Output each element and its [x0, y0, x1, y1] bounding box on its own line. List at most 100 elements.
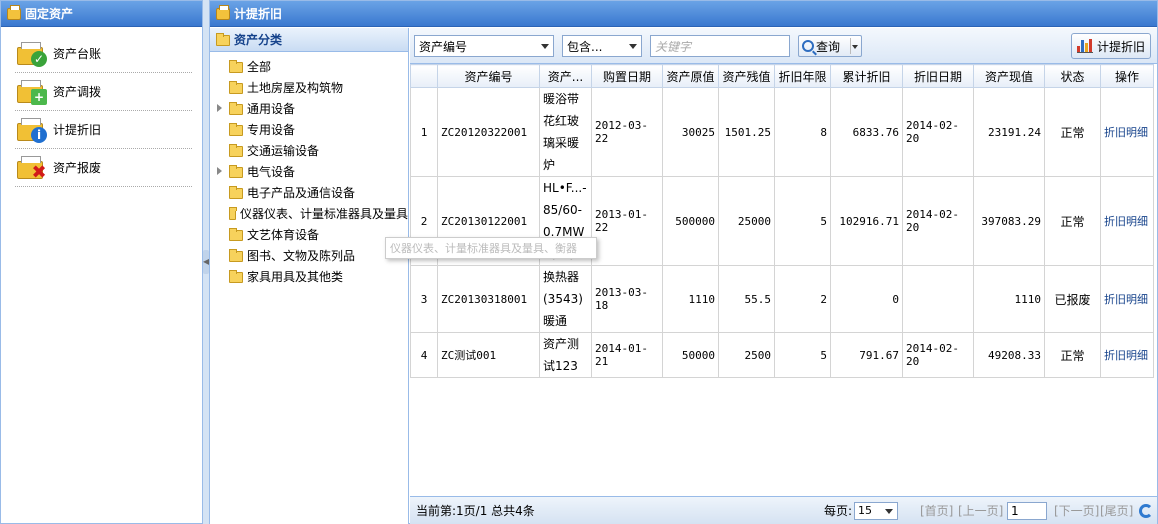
folder-icon: [229, 270, 243, 283]
column-header[interactable]: 累计折旧: [830, 64, 903, 88]
category-tree: 资产分类 全部土地房屋及构筑物通用设备专用设备交通运输设备 电气设备电子产品及通信…: [210, 28, 409, 524]
depreciation-detail-link[interactable]: 折旧明细: [1100, 332, 1154, 378]
per-page-label: 每页:: [824, 504, 853, 518]
left-panel-header: 固定资产: [1, 1, 202, 27]
query-button[interactable]: 查询: [798, 35, 862, 57]
next-page-link[interactable]: [下一页]: [1054, 502, 1099, 519]
chevron-down-icon: [629, 44, 637, 49]
depreciation-years-cell: 2: [774, 265, 831, 333]
last-page-link[interactable]: [尾页]: [1100, 502, 1133, 519]
tree-node-list: 全部土地房屋及构筑物通用设备专用设备交通运输设备 电气设备电子产品及通信设备仪器仪…: [210, 52, 408, 287]
original-value-cell: 1110: [662, 265, 719, 333]
column-header[interactable]: 资产编号: [437, 64, 540, 88]
menu-item-asset-ledger[interactable]: ✓ 资产台账: [15, 35, 192, 73]
depreciate-button[interactable]: 计提折旧: [1071, 33, 1151, 59]
match-select-value: 包含...: [567, 39, 603, 54]
column-header[interactable]: 操作: [1100, 64, 1154, 88]
tree-node[interactable]: 仪器仪表、计量标准器具及量具: [210, 203, 408, 224]
folder-icon: [229, 144, 243, 157]
menu-item-label: 计提折旧: [53, 123, 102, 137]
column-header[interactable]: 购置日期: [591, 64, 663, 88]
field-select[interactable]: 资产编号: [414, 35, 554, 57]
asset-transfer-icon: +: [17, 79, 47, 105]
tree-node-label: 通用设备: [247, 102, 296, 116]
tree-node[interactable]: 电气设备: [210, 161, 408, 182]
depreciation-panel-icon: [216, 4, 230, 20]
status-cell: 正常: [1044, 332, 1101, 378]
left-panel: 固定资产 ✓ 资产台账 + 资产调拨 i 计提折旧 ✖ 资产报废: [0, 0, 203, 524]
menu-item-depreciation[interactable]: i 计提折旧: [15, 111, 192, 149]
query-button-label: 查询: [816, 39, 841, 54]
tree-node-label: 电气设备: [247, 165, 296, 179]
query-dropdown-icon[interactable]: [852, 45, 858, 49]
tree-node-label: 文艺体育设备: [247, 228, 320, 242]
depreciation-years-cell: 8: [774, 87, 831, 177]
table-row[interactable]: 4 ZC测试001 资产测试123 2014-01-21 50000 2500 5 791.6…: [410, 332, 1154, 378]
asset-name-cell: 暖浴带花红玻璃采暖炉: [539, 87, 592, 177]
purchase-date-cell: 2013-03-18: [591, 265, 663, 333]
residual-value-cell: 1501.25: [718, 87, 775, 177]
tree-node[interactable]: 交通运输设备: [210, 140, 408, 161]
per-page-select[interactable]: 15: [854, 501, 899, 520]
depreciation-date-cell: [902, 265, 974, 333]
current-value-cell: 23191.24: [973, 87, 1045, 177]
folder-icon: [229, 102, 243, 115]
table-row[interactable]: 3 ZC20130318001 换热器(3543)暖通 2013-03-18 1110 5…: [410, 265, 1154, 333]
asset-code-cell: ZC20130318001: [437, 265, 540, 333]
tree-node[interactable]: 全部: [210, 56, 408, 77]
tree-title: 资产分类: [234, 33, 283, 47]
tree-node-label: 电子产品及通信设备: [247, 186, 356, 200]
column-header: [410, 64, 438, 88]
depreciation-detail-link[interactable]: 折旧明细: [1100, 265, 1154, 333]
per-page-control: 每页: 15: [824, 501, 899, 520]
tree-node[interactable]: 文艺体育设备: [210, 224, 408, 245]
tree-node[interactable]: 通用设备: [210, 98, 408, 119]
column-header[interactable]: 折旧年限: [774, 64, 831, 88]
folder-icon: [229, 123, 243, 136]
bar-chart-icon: [1076, 39, 1093, 53]
depreciation-detail-link[interactable]: 折旧明细: [1100, 176, 1154, 266]
table-header-row: 资产编号 资产... 购置日期 资产原值 资产残值 折旧年限 累计折旧 折旧日期 资产现值 状态操…: [410, 64, 1154, 88]
page-info: 当前第:1页/1 总共4条: [416, 504, 535, 518]
accumulated-depreciation-cell: 6833.76: [830, 87, 903, 177]
menu-item-asset-transfer[interactable]: + 资产调拨: [15, 73, 192, 111]
tree-node[interactable]: 图书、文物及陈列品: [210, 245, 408, 266]
expand-arrow-icon[interactable]: [217, 167, 222, 175]
depreciate-button-label: 计提折旧: [1096, 39, 1145, 54]
page-number-input[interactable]: 1: [1007, 501, 1047, 520]
table-row[interactable]: 1 ZC20120322001 暖浴带花红玻璃采暖炉 2012-03-22 30025 1…: [410, 87, 1154, 177]
asset-code-cell: ZC测试001: [437, 332, 540, 378]
tree-node[interactable]: 土地房屋及构筑物: [210, 77, 408, 98]
tree-node-tooltip: 仪器仪表、计量标准器具及量具、衡器: [385, 237, 597, 259]
first-page-link[interactable]: [首页]: [920, 502, 953, 519]
tree-node[interactable]: 专用设备: [210, 119, 408, 140]
column-header[interactable]: 资产残值: [718, 64, 775, 88]
depreciation-detail-link[interactable]: 折旧明细: [1100, 87, 1154, 177]
tree-node-label: 全部: [247, 60, 272, 74]
original-value-cell: 50000: [662, 332, 719, 378]
column-header[interactable]: 折旧日期: [902, 64, 974, 88]
match-select[interactable]: 包含...: [562, 35, 642, 57]
current-value-cell: 49208.33: [973, 332, 1045, 378]
prev-page-link[interactable]: [上一页]: [958, 502, 1003, 519]
purchase-date-cell: 2012-03-22: [591, 87, 663, 177]
row-number: 3: [410, 265, 438, 333]
original-value-cell: 30025: [662, 87, 719, 177]
keyword-input[interactable]: 关键字: [650, 35, 790, 57]
row-number: 1: [410, 87, 438, 177]
column-header[interactable]: 资产原值: [662, 64, 719, 88]
column-header[interactable]: 资产现值: [973, 64, 1045, 88]
menu-item-label: 资产调拨: [53, 85, 102, 99]
right-panel-header: 计提折旧: [210, 1, 1157, 27]
expand-arrow-icon[interactable]: [217, 104, 222, 112]
accumulated-depreciation-cell: 0: [830, 265, 903, 333]
column-header[interactable]: 资产...: [539, 64, 592, 88]
refresh-icon[interactable]: [1139, 503, 1153, 518]
tree-node[interactable]: 家具用具及其他类: [210, 266, 408, 287]
tree-node-label: 交通运输设备: [247, 144, 320, 158]
column-header[interactable]: 状态: [1044, 64, 1101, 88]
fixed-asset-icon: [7, 4, 21, 20]
menu-item-asset-scrap[interactable]: ✖ 资产报废: [15, 149, 192, 187]
tree-node[interactable]: 电子产品及通信设备: [210, 182, 408, 203]
asset-grid: 资产编号 包含... 关键字 查询 计提折旧 资产编号 资产... 购置日期 资…: [410, 28, 1157, 524]
